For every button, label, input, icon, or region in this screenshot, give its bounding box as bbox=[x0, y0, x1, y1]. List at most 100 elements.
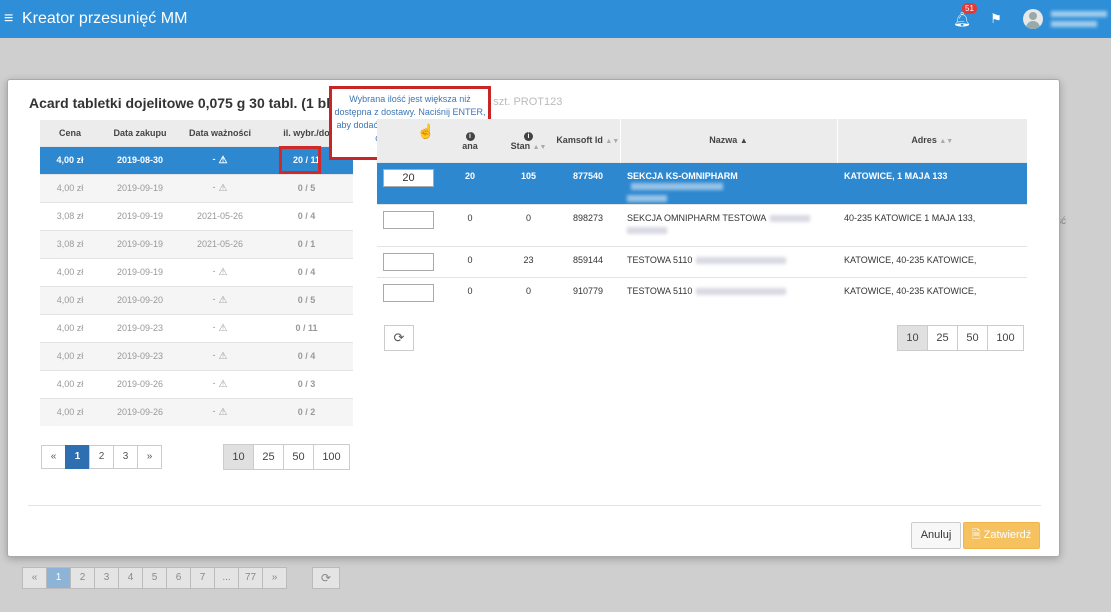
refresh-button[interactable]: ⟳ bbox=[384, 325, 414, 351]
cell-kamsoft-id: 859144 bbox=[556, 245, 621, 277]
warning-icon: ⚠ bbox=[218, 155, 228, 166]
cell-wybrana: 0 bbox=[439, 276, 501, 308]
cell-data-zakupu: 2019-09-19 bbox=[100, 257, 180, 286]
cell-data-zakupu: 2019-08-30 bbox=[100, 145, 180, 174]
cell-data-waznosci: 2021-05-26 bbox=[180, 201, 260, 230]
table-row[interactable]: 3,08 zł 2019-09-19 2021-05-26 0 / 4 bbox=[40, 201, 353, 230]
delivery-modal: Acard tabletki dojelitowe 0,075 g 30 tab… bbox=[7, 79, 1060, 557]
pager-prev[interactable]: « bbox=[41, 445, 66, 469]
cell-ilosc: 0 / 2 bbox=[260, 397, 353, 426]
confirm-button[interactable]: 🗎 Zatwierdź bbox=[963, 522, 1040, 549]
footer-divider bbox=[28, 505, 1041, 506]
blurred-text bbox=[770, 214, 811, 222]
cell-wybrana: 20 bbox=[439, 161, 501, 204]
blurred-text bbox=[696, 287, 787, 295]
cell-data-waznosci: - ⚠ bbox=[180, 369, 260, 398]
cell-data-waznosci-value: - bbox=[212, 294, 216, 304]
cell-wybrana: 0 bbox=[439, 245, 501, 277]
table-row[interactable]: 4,00 zł 2019-09-20- ⚠ 0 / 5 bbox=[40, 285, 353, 314]
table-row[interactable]: 4,00 zł 2019-09-23- ⚠ 0 / 11 bbox=[40, 313, 353, 342]
background-pager: «1 2 3 4 5 6 7... 77» bbox=[22, 567, 287, 589]
table-row[interactable]: 3,08 zł 2019-09-19 2021-05-26 0 / 1 bbox=[40, 229, 353, 258]
cell-quantity bbox=[377, 203, 439, 246]
table-row[interactable]: 4,00 zł 2019-09-23- ⚠ 0 / 4 bbox=[40, 341, 353, 370]
cell-ilosc: 0 / 11 bbox=[260, 313, 353, 342]
column-header-data-waznosci[interactable]: Data ważności bbox=[180, 120, 260, 146]
cell-data-waznosci: - ⚠ bbox=[180, 285, 260, 314]
column-header-adres[interactable]: Adres ▲▼ bbox=[836, 119, 1028, 162]
quantity-input[interactable] bbox=[383, 210, 434, 229]
cell-data-waznosci: - ⚠ bbox=[180, 257, 260, 286]
cell-data-waznosci: - ⚠ bbox=[180, 145, 260, 174]
column-header-cena[interactable]: Cena bbox=[40, 120, 100, 146]
page-size-option[interactable]: 50 bbox=[283, 444, 314, 470]
table-row[interactable]: 4,00 zł 2019-09-19- ⚠ 0 / 4 bbox=[40, 257, 353, 286]
page-size-option[interactable]: 100 bbox=[987, 325, 1024, 351]
table-row[interactable]: 0 0 898273 SEKCJA OMNIPHARM TESTOWA 40-235 K… bbox=[377, 203, 1028, 246]
table-row[interactable]: 4,00 zł 2019-09-19- ⚠ 0 / 5 bbox=[40, 173, 353, 202]
pager-page[interactable]: 2 bbox=[89, 445, 114, 469]
notification-badge: 51 bbox=[962, 2, 977, 14]
cell-data-waznosci-value: - bbox=[212, 378, 216, 388]
cell-data-waznosci: - ⚠ bbox=[180, 341, 260, 370]
background-pager-item: « bbox=[22, 567, 47, 589]
page-size-option[interactable]: 50 bbox=[957, 325, 988, 351]
page-size-option[interactable]: 25 bbox=[253, 444, 284, 470]
warning-icon: ⚠ bbox=[218, 379, 228, 390]
background-pager-item: 1 bbox=[46, 567, 71, 589]
cell-ilosc: 0 / 4 bbox=[260, 201, 353, 230]
sort-icon: ▲▼ bbox=[605, 138, 620, 146]
cell-wybrana: 0 bbox=[439, 203, 501, 246]
table-row[interactable]: 0 23 859144 TESTOWA 5110 KATOWICE, 40-235 KA… bbox=[377, 245, 1028, 277]
menu-icon[interactable]: ≡ bbox=[0, 10, 22, 28]
cell-data-waznosci-value: - bbox=[212, 322, 216, 332]
table-row[interactable]: 4,00 zł 2019-09-26- ⚠ 0 / 2 bbox=[40, 397, 353, 426]
header-actions: 🔔︎ 51 ⚑ bbox=[945, 0, 1111, 38]
flag-icon[interactable]: ⚑ bbox=[979, 11, 1013, 27]
page-size-option[interactable]: 10 bbox=[897, 325, 928, 351]
user-name-blurred[interactable] bbox=[1051, 6, 1111, 32]
column-header-data-zakupu[interactable]: Data zakupu bbox=[100, 120, 180, 146]
page-size-option[interactable]: 10 bbox=[223, 444, 254, 470]
cell-data-waznosci-value: - bbox=[212, 266, 216, 276]
background-pager-item: 77 bbox=[238, 567, 263, 589]
column-header-wybrana[interactable]: i ana bbox=[439, 119, 501, 162]
table-row[interactable]: 4,00 zł 2019-09-26- ⚠ 0 / 3 bbox=[40, 369, 353, 398]
app-header: ≡ Kreator przesunięć MM 🔔︎ 51 ⚑ bbox=[0, 0, 1111, 38]
column-header-kamsoft-label: Kamsoft Id bbox=[556, 135, 603, 146]
cancel-button[interactable]: Anuluj bbox=[911, 522, 961, 549]
cell-adres: 40-235 KATOWICE 1 MAJA 133, bbox=[837, 203, 1028, 246]
column-header-stan-label: Stan bbox=[510, 140, 531, 151]
cell-nazwa-value: SEKCJA OMNIPHARM TESTOWA bbox=[627, 212, 767, 223]
table-row[interactable]: 0 0 910779 TESTOWA 5110 KATOWICE, 40-235 KAT… bbox=[377, 276, 1028, 308]
cell-data-zakupu: 2019-09-19 bbox=[100, 229, 180, 258]
pager-page[interactable]: 3 bbox=[113, 445, 138, 469]
cell-data-waznosci-value: - bbox=[212, 154, 216, 164]
page-size-option[interactable]: 25 bbox=[927, 325, 958, 351]
page-size-option[interactable]: 100 bbox=[313, 444, 350, 470]
cell-data-zakupu: 2019-09-20 bbox=[100, 285, 180, 314]
bell-icon[interactable]: 🔔︎ 51 bbox=[945, 2, 979, 28]
cell-data-waznosci-value: 2021-05-26 bbox=[196, 211, 244, 221]
cell-data-waznosci: 2021-05-26 bbox=[180, 229, 260, 258]
background-pager-item: » bbox=[262, 567, 287, 589]
cell-nazwa: SEKCJA KS-OMNIPHARM bbox=[620, 161, 838, 204]
column-header-stan[interactable]: i Stan ▲▼ bbox=[501, 119, 557, 162]
column-header-kamsoft[interactable]: Kamsoft Id ▲▼ bbox=[556, 119, 621, 162]
table-row[interactable]: 20 ☝ 20 105 877540 SEKCJA KS-OMNIPHARM KATOWIC… bbox=[377, 123, 1028, 204]
pager-page[interactable]: 1 bbox=[65, 445, 90, 469]
pharmacies-table: i ana i Stan ▲▼ Kamsoft Id ▲▼ Nazwa ▲ Adre… bbox=[377, 119, 1028, 308]
cell-ilosc: 0 / 5 bbox=[260, 173, 353, 202]
quantity-input[interactable] bbox=[383, 252, 434, 271]
warning-icon: ⚠ bbox=[218, 183, 228, 194]
quantity-input[interactable]: 20 bbox=[383, 168, 434, 187]
sort-icon: ▲▼ bbox=[939, 138, 954, 146]
blurred-text bbox=[631, 182, 724, 190]
column-header-nazwa[interactable]: Nazwa ▲ bbox=[619, 119, 838, 162]
quantity-input[interactable] bbox=[383, 283, 434, 302]
avatar[interactable] bbox=[1023, 9, 1043, 29]
pager-next[interactable]: » bbox=[137, 445, 162, 469]
cell-data-waznosci: - ⚠ bbox=[180, 397, 260, 426]
cell-nazwa-value: TESTOWA 5110 bbox=[627, 285, 693, 296]
cell-quantity: 20 ☝ bbox=[377, 123, 439, 204]
